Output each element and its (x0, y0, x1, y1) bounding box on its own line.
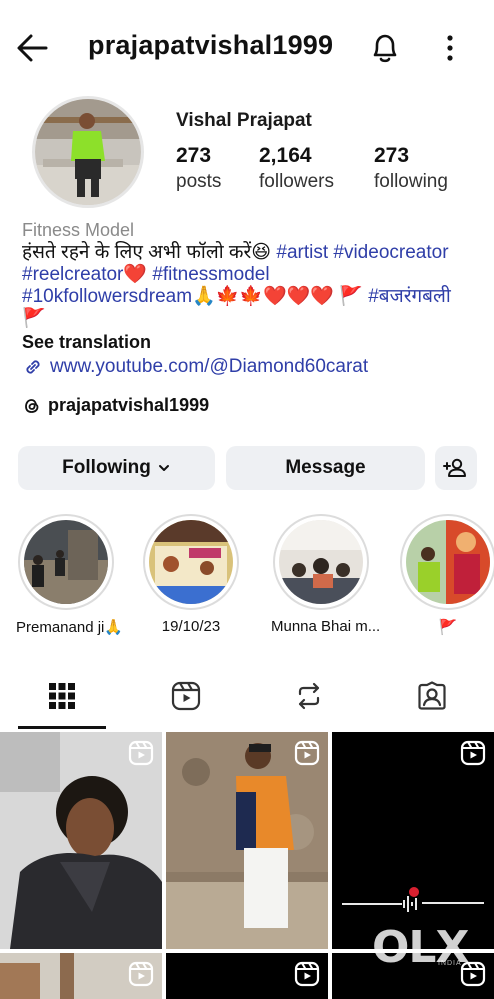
link-icon (26, 360, 40, 374)
grid-post-3[interactable] (332, 732, 494, 949)
bio-text: हंसते रहने के लिए अभी फॉलो करें😆 (22, 242, 277, 263)
bio-hashtags[interactable]: #artist #videocreator (276, 242, 448, 263)
more-vertical-icon (447, 35, 453, 61)
highlight-label: 19/10/23 (161, 618, 221, 635)
olx-watermark-sub: INDIA (438, 960, 462, 967)
bio-line-3: #10kfollowersdream🙏🍁🍁❤️❤️❤️ 🚩 #बजरंगबली (22, 286, 482, 308)
highlight-label: Premanand ji🙏 (16, 619, 124, 636)
message-button-label: Message (285, 457, 366, 478)
following-count: 273 (374, 144, 410, 167)
tagged-icon (418, 681, 446, 710)
tab-posts-grid[interactable] (0, 664, 124, 728)
notifications-button[interactable] (368, 30, 402, 66)
threads-username: prajapatvishal1999 (48, 395, 210, 415)
bio-flag-emoji: 🚩 (22, 308, 46, 329)
profile-category: Fitness Model (22, 220, 135, 240)
profile-tabs (0, 664, 494, 730)
reel-badge-icon (460, 740, 486, 766)
reel-badge-icon (294, 740, 320, 766)
tab-tagged[interactable] (370, 664, 494, 728)
tab-reposts[interactable] (247, 664, 371, 728)
bell-icon (373, 34, 397, 63)
highlight-ring (18, 514, 114, 610)
reel-badge-icon (294, 961, 320, 987)
highlight-cover-2 (149, 520, 233, 604)
following-button-label: Following (62, 457, 151, 478)
story-highlight-1[interactable]: Premanand ji🙏 (16, 514, 124, 636)
more-options-button[interactable] (436, 30, 464, 66)
followers-label: followers (259, 171, 334, 192)
grid-icon (49, 683, 75, 709)
bio-line-1: हंसते रहने के लिए अभी फॉलो करें😆 #artist… (22, 242, 482, 264)
bio-line-4: 🚩 (22, 308, 482, 330)
followers-count: 2,164 (259, 144, 312, 167)
followers-stat[interactable]: 2,164 followers (259, 144, 334, 193)
highlight-ring (143, 514, 239, 610)
chevron-down-icon (158, 465, 169, 471)
bio-hashtag-bajrangbali[interactable]: #बजरंगबली (368, 286, 451, 307)
profile-username: prajapatvishal1999 (88, 30, 334, 60)
website-url: www.youtube.com/@Diamond60carat (50, 356, 369, 377)
story-highlight-4[interactable]: 🚩 (398, 514, 494, 636)
profile-avatar[interactable] (32, 96, 144, 208)
grid-post-1[interactable] (0, 732, 162, 949)
bio-line-2: #reelcreator❤️ #fitnessmodel (22, 264, 482, 286)
following-button[interactable]: Following (18, 446, 215, 490)
threads-icon (25, 398, 39, 413)
grid-post-2[interactable] (166, 732, 328, 949)
grid-post-5[interactable] (166, 953, 328, 999)
threads-badge[interactable]: prajapatvishal1999 (22, 395, 209, 416)
reel-badge-icon (128, 740, 154, 766)
reels-icon (171, 681, 201, 711)
posts-label: posts (176, 171, 222, 192)
highlight-cover-1 (24, 520, 108, 604)
message-button[interactable]: Message (226, 446, 425, 490)
story-highlight-2[interactable]: 19/10/23 (141, 514, 241, 635)
story-highlight-3[interactable]: Munna Bhai m... (271, 514, 381, 635)
bio-emoji: ❤️ (123, 264, 153, 285)
active-tab-indicator (18, 726, 106, 729)
posts-stat[interactable]: 273 posts (176, 144, 221, 193)
repost-icon (298, 682, 320, 710)
profile-bio: Fitness Model हंसते रहने के लिए अभी फॉलो… (22, 218, 482, 330)
reel-badge-icon (128, 961, 154, 987)
following-label: following (374, 171, 448, 192)
suggest-people-button[interactable] (435, 446, 477, 490)
bio-hashtag-reelcreator[interactable]: #reelcreator (22, 264, 123, 285)
arrow-left-icon (17, 34, 48, 62)
grid-post-4[interactable] (0, 953, 162, 999)
highlight-cover-4 (406, 520, 490, 604)
bio-hashtag-fitnessmodel[interactable]: #fitnessmodel (152, 264, 269, 285)
add-user-icon (443, 458, 466, 477)
bio-emojis: 🙏🍁🍁❤️❤️❤️ 🚩 (192, 286, 369, 307)
highlight-ring (273, 514, 369, 610)
highlight-ring (400, 514, 494, 610)
highlight-cover-3 (279, 520, 363, 604)
highlight-label: Munna Bhai m... (271, 618, 381, 635)
see-translation-link[interactable]: See translation (22, 332, 151, 353)
back-button[interactable] (14, 30, 50, 66)
profile-display-name: Vishal Prajapat (176, 110, 312, 131)
profile-website-link[interactable]: www.youtube.com/@Diamond60carat (22, 356, 368, 378)
top-bar: prajapatvishal1999 (0, 0, 494, 96)
posts-count: 273 (176, 144, 212, 167)
highlight-label: 🚩 (438, 619, 458, 636)
following-stat[interactable]: 273 following (374, 144, 448, 193)
tab-reels[interactable] (124, 664, 248, 728)
bio-hashtag-10kfollowersdream[interactable]: #10kfollowersdream (22, 286, 192, 307)
